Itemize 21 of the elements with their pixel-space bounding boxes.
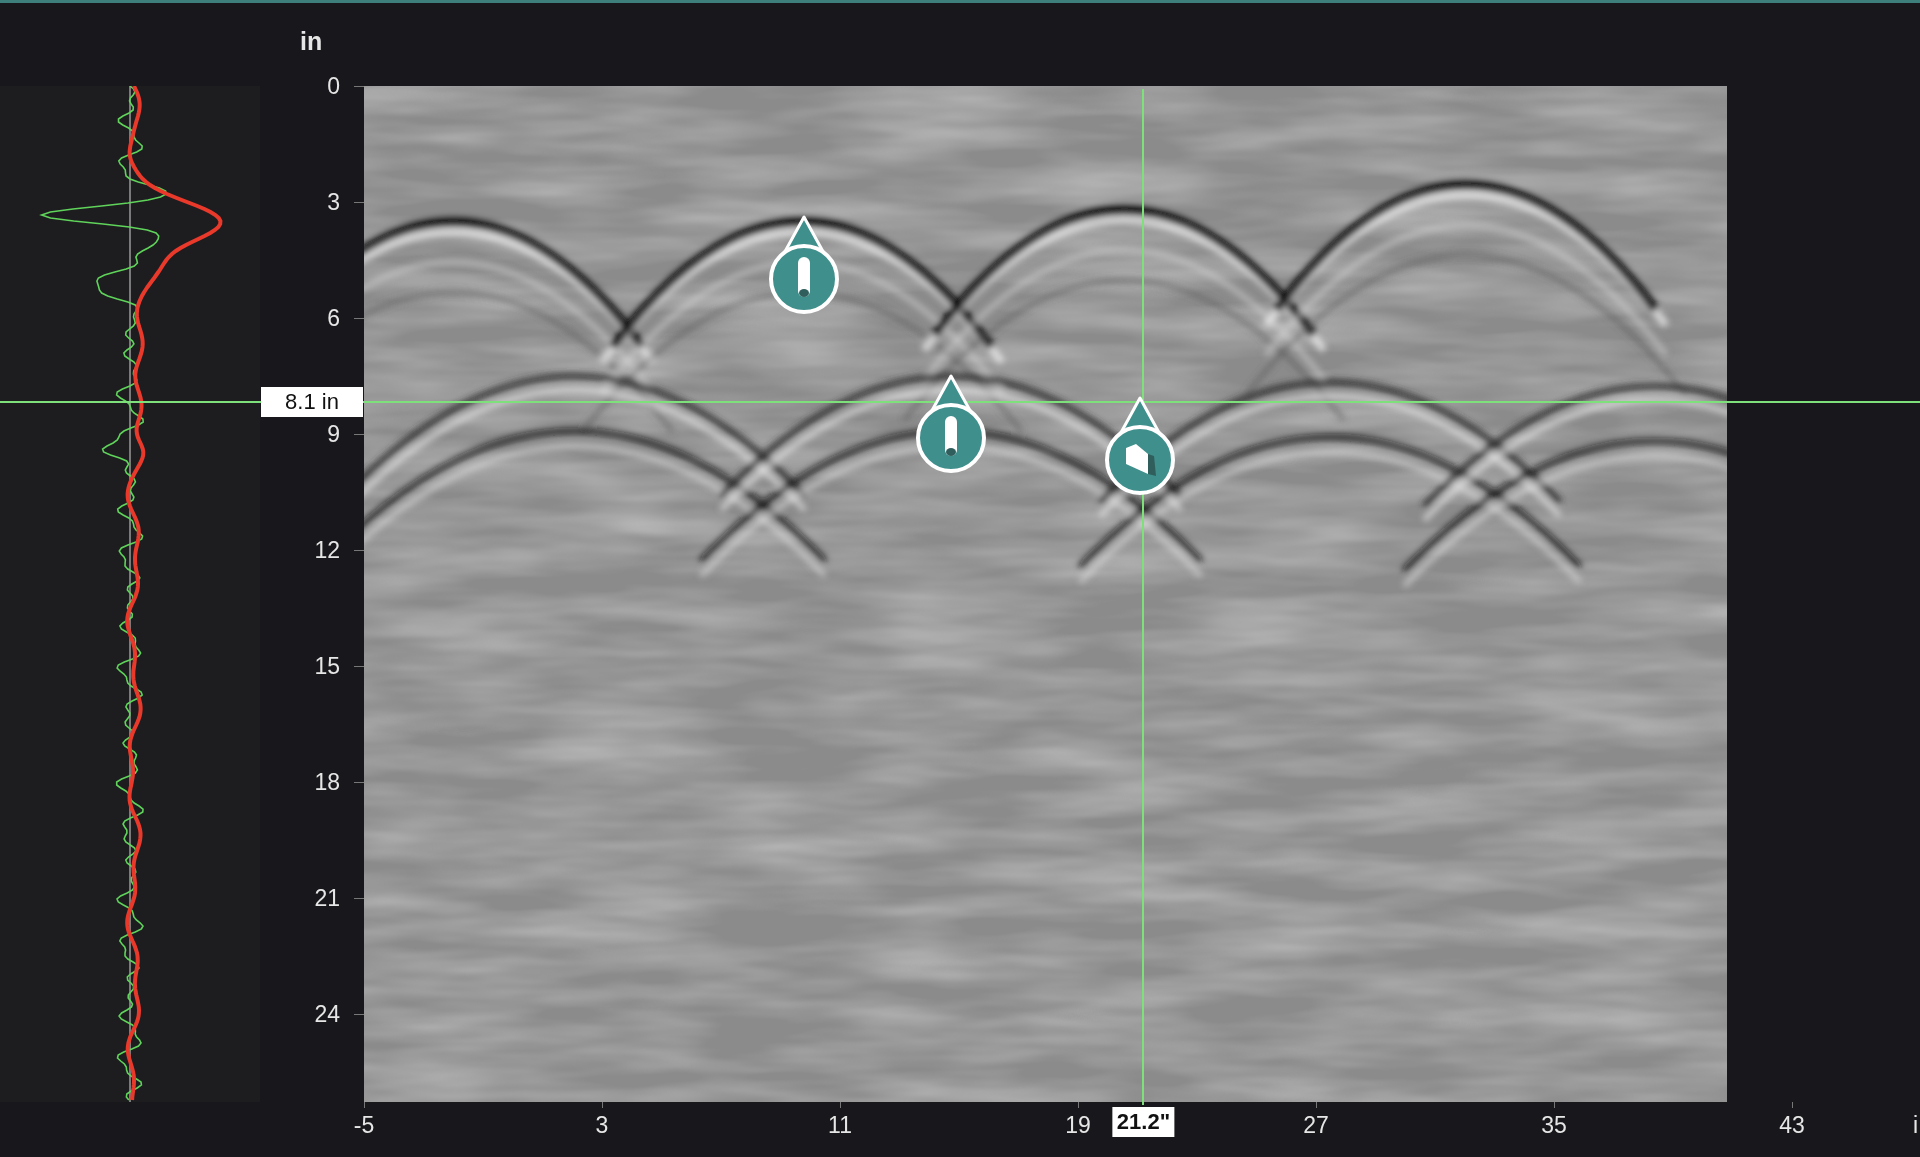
depth-unit-label: in xyxy=(300,27,323,56)
position-cursor-line[interactable] xyxy=(1142,89,1145,1105)
depth-tick-label: 6 xyxy=(327,304,340,332)
depth-tick-label: 12 xyxy=(314,536,340,564)
position-tick-label: 3 xyxy=(595,1112,609,1139)
position-tick-label: 43 xyxy=(1779,1112,1805,1139)
position-tick-label: 11 xyxy=(828,1112,852,1139)
depth-tick-label: 18 xyxy=(314,768,340,796)
position-tick-label: 27 xyxy=(1303,1112,1329,1139)
depth-tick-label: 3 xyxy=(327,188,340,216)
position-tick-label: 35 xyxy=(1541,1112,1567,1139)
position-unit-label: i xyxy=(1912,1112,1918,1139)
depth-tick-label: 21 xyxy=(314,884,340,912)
depth-tick-label: 24 xyxy=(314,1000,340,1028)
depth-tick-label: 0 xyxy=(327,72,340,100)
depth-tick-label: 9 xyxy=(327,420,340,448)
position-cursor-readout: 21.2" xyxy=(1112,1107,1175,1137)
position-tick-label: -5 xyxy=(353,1112,375,1139)
depth-cursor-readout: 8.1 in xyxy=(261,387,363,418)
position-tick-label: 19 xyxy=(1065,1112,1091,1139)
depth-tick-label: 15 xyxy=(314,652,340,680)
